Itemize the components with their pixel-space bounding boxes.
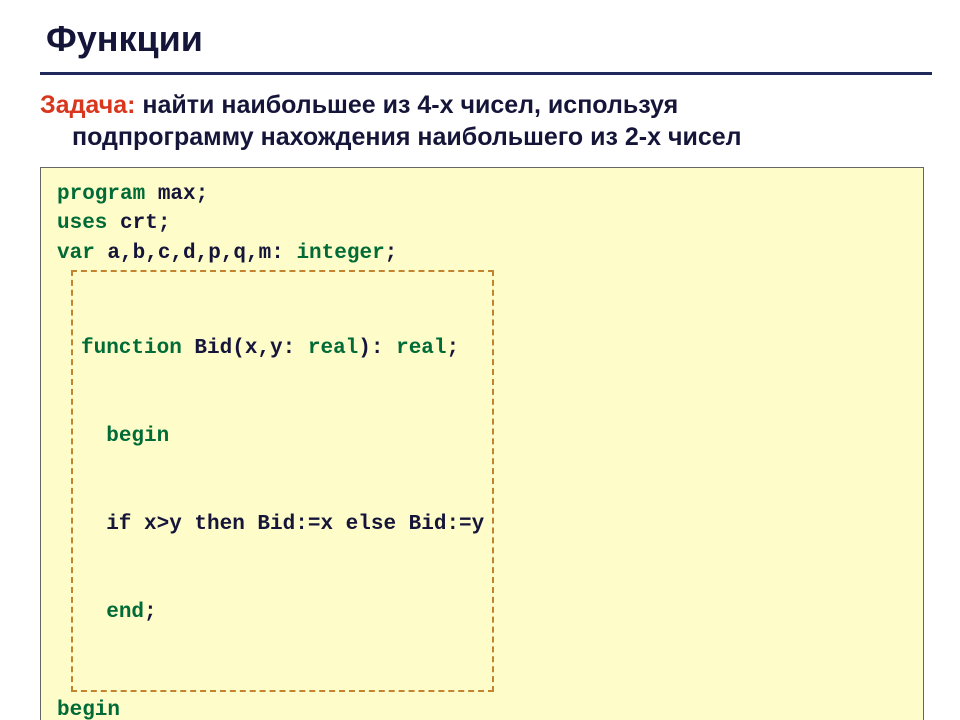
program-name: max; [145, 183, 208, 206]
kw-begin-fn: begin [106, 425, 169, 448]
kw-real-1: real [308, 337, 358, 360]
kw-uses: uses [57, 212, 107, 235]
code-line-fn-sig: function Bid(x,y: real): real; [81, 334, 484, 363]
code-line-program: program max; [57, 180, 907, 209]
slide: Функции Задача: найти наибольшее из 4-х … [0, 0, 960, 720]
function-box: function Bid(x,y: real): real; begin if … [71, 270, 494, 691]
title-underline [40, 72, 932, 75]
kw-program: program [57, 183, 145, 206]
kw-integer: integer [296, 242, 384, 265]
task-statement: Задача: найти наибольшее из 4-х чисел, и… [40, 89, 932, 153]
kw-var: var [57, 242, 95, 265]
code-line-begin: begin [57, 696, 907, 720]
kw-end-fn: end [106, 601, 144, 624]
fn-sig-1: Bid(x,y: [182, 337, 308, 360]
page-title: Функции [46, 18, 932, 60]
uses-value: crt; [107, 212, 170, 235]
code-line-uses: uses crt; [57, 209, 907, 238]
task-label: Задача: [40, 91, 135, 119]
kw-real-2: real [396, 337, 446, 360]
code-block: program max; uses crt; var a,b,c,d,p,q,m… [40, 167, 924, 720]
fn-sig-semi: ; [447, 337, 460, 360]
var-names: a,b,c,d,p,q,m: [95, 242, 297, 265]
code-line-fn-begin: begin [81, 422, 484, 451]
kw-function: function [81, 337, 182, 360]
code-line-var: var a,b,c,d,p,q,m: integer; [57, 239, 907, 268]
task-text-line2: подпрограмму нахождения наибольшего из 2… [40, 121, 932, 153]
code-line-fn-body: if x>y then Bid:=x else Bid:=y [81, 510, 484, 539]
var-semi: ; [385, 242, 398, 265]
task-text-line1: найти наибольшее из 4-х чисел, используя [135, 91, 678, 119]
fn-sig-2: ): [358, 337, 396, 360]
fn-end-semi: ; [144, 601, 157, 624]
code-line-fn-end: end; [81, 598, 484, 627]
kw-begin-main: begin [57, 699, 120, 720]
